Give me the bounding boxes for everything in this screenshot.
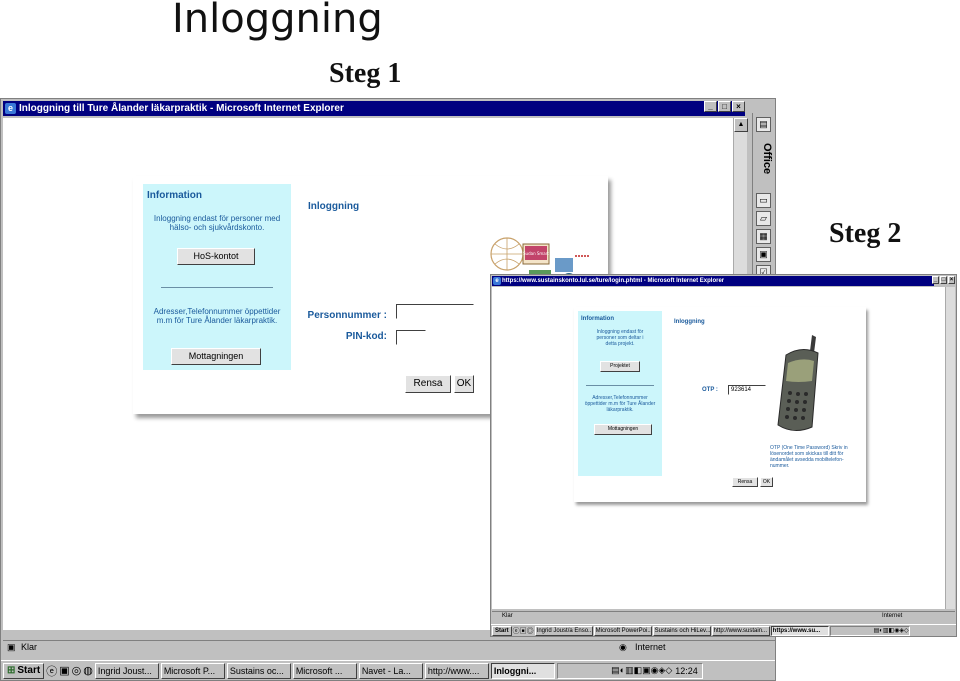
tray-icons[interactable]: ▤◐▥◧▣◉◈◇ [611, 665, 672, 676]
tray-icons-2[interactable]: ▤◐▥◧◉◈◇ [874, 627, 909, 634]
globe-icon: ◉ [619, 642, 627, 652]
window2-title: https://www.sustainskonto.lul.se/ture/lo… [502, 278, 725, 284]
minimize-button[interactable]: _ [932, 276, 939, 284]
quick-launch-desktop-icon[interactable]: ▣ [59, 664, 69, 677]
otp-input[interactable]: 923614 [728, 385, 766, 395]
zone-text-2: Internet [882, 613, 903, 619]
internet-explorer-icon: e [5, 103, 16, 114]
new-document-icon[interactable]: ▭ [756, 193, 771, 208]
step1-label: Steg 1 [329, 58, 402, 89]
contacts-icon[interactable]: ▣ [756, 247, 771, 262]
step2-label: Steg 2 [829, 218, 902, 249]
info-title: Information [147, 190, 202, 201]
login-panel-2: Information Inloggning endast för person… [574, 307, 866, 502]
personnummer-label: Personnummer : [307, 310, 387, 321]
start-button-2[interactable]: Start [492, 625, 512, 636]
hos-account-button[interactable]: HoS-kontot [177, 248, 255, 265]
quick-launch-ie-icon[interactable]: ⓔ [46, 663, 57, 679]
otp-label: OTP : [702, 387, 718, 393]
mobile-phone-image [777, 335, 819, 431]
task-button-4[interactable]: Microsoft ... [292, 662, 357, 679]
taskbar: ⊞ Start ⓔ ▣ ◎ ◍ Ingrid Joust... Microsof… [1, 660, 775, 680]
info-text-contact-2: Adresser,Telefonnummer öppettider m.m fö… [584, 395, 656, 413]
system-tray-2: ▤◐▥◧◉◈◇ [829, 625, 910, 636]
reset-button-2[interactable]: Rensa [732, 477, 758, 487]
close-button[interactable]: × [948, 276, 955, 284]
task-button-6[interactable]: http://www.... [424, 662, 489, 679]
task-button-2[interactable]: Microsoft P... [160, 662, 225, 679]
windows-logo-icon: ⊞ [7, 665, 16, 676]
task2-button-3[interactable]: Sustains och HiLev... [652, 625, 711, 636]
zone-text: Internet [635, 642, 666, 652]
status-bar: ▣ Klar ◉ Internet [3, 640, 775, 654]
close-button[interactable]: × [732, 101, 745, 112]
information-box-2: Information Inloggning endast för person… [578, 311, 662, 476]
page-content-2: Information Inloggning endast för person… [492, 287, 945, 609]
start-button[interactable]: ⊞ Start [3, 662, 45, 679]
info-text-contact: Adresser,Telefonnummer öppettider m.m fö… [153, 307, 281, 325]
office-label: Office [755, 143, 773, 183]
status-text: Klar [21, 642, 38, 652]
clock: 12:24 [675, 665, 698, 676]
browser-window-step2: e https://www.sustainskonto.lul.se/ture/… [490, 274, 957, 637]
login-heading: Inloggning [308, 201, 360, 212]
login-heading-2: Inloggning [674, 319, 705, 325]
task-button-5[interactable]: Navet - La... [358, 662, 423, 679]
ok-button-2[interactable]: OK [760, 477, 773, 487]
status-text-2: Klar [502, 613, 513, 619]
quick-launch-channels-icon[interactable]: ◍ [83, 664, 93, 677]
reset-button[interactable]: Rensa [405, 375, 451, 393]
info-text-access: Inloggning endast för personer med hälso… [153, 214, 281, 232]
project-button[interactable]: Projektet [600, 361, 640, 372]
information-box: Information Inloggning endast för person… [143, 184, 291, 370]
task2-button-2[interactable]: Microsoft PowerPoi... [593, 625, 652, 636]
info-title-2: Information [581, 316, 614, 322]
page-icon: ▣ [7, 642, 16, 652]
reception-button[interactable]: Mottagningen [171, 348, 261, 365]
ok-button[interactable]: OK [454, 375, 474, 393]
open-folder-icon[interactable]: ▱ [756, 211, 771, 226]
maximize-button[interactable]: □ [718, 101, 731, 112]
pin-input[interactable] [396, 330, 426, 345]
scroll-up-icon[interactable]: ▲ [734, 118, 748, 132]
task2-button-1[interactable]: Ingrid Joust/a Enso... [534, 625, 593, 636]
pin-label: PIN-kod: [345, 331, 387, 342]
slide-title: Inloggning [172, 0, 383, 42]
internet-explorer-icon: e [493, 277, 501, 285]
start-label-2: Start [495, 627, 509, 634]
window2-titlebar: e https://www.sustainskonto.lul.se/ture/… [492, 276, 934, 286]
calendar-icon[interactable]: ▦ [756, 229, 771, 244]
window-title: Inloggning till Ture Ålander läkarprakti… [19, 103, 344, 114]
status-bar-2: Klar Internet [492, 611, 955, 621]
vertical-scrollbar-2[interactable] [945, 287, 955, 609]
task-button-3[interactable]: Sustains oc... [226, 662, 291, 679]
reception-button-2[interactable]: Mottagningen [594, 424, 652, 435]
task2-button-5[interactable]: https://www.su... [770, 625, 829, 636]
maximize-button[interactable]: □ [940, 276, 947, 284]
graphic-label: Sudan Smart [523, 251, 549, 256]
divider [161, 287, 273, 288]
window-titlebar: e Inloggning till Ture Ålander läkarprak… [3, 101, 745, 116]
office-app-icon[interactable]: ▤ [756, 117, 771, 132]
personnummer-input[interactable] [396, 304, 474, 319]
start-label: Start [17, 665, 41, 676]
quick-launch-outlook-icon[interactable]: ◎ [72, 664, 82, 677]
otp-note: OTP (One Time Password) Skriv in lösenor… [770, 445, 848, 469]
divider-2 [586, 385, 654, 386]
minimize-button[interactable]: _ [704, 101, 717, 112]
info-text-access-2: Inloggning endast för personer som delta… [596, 329, 644, 347]
taskbar-2: Start ⓔ▣◎ Ingrid Joust/a Enso... Microso… [491, 624, 956, 636]
task-button-1[interactable]: Ingrid Joust... [94, 662, 159, 679]
task-button-7[interactable]: Inloggni... [490, 662, 555, 679]
system-tray: ▤◐▥◧▣◉◈◇ 12:24 [556, 662, 703, 679]
quick-launch-icons[interactable]: ⓔ▣◎ [513, 626, 534, 636]
task2-button-4[interactable]: http://www.sustain... [711, 625, 770, 636]
